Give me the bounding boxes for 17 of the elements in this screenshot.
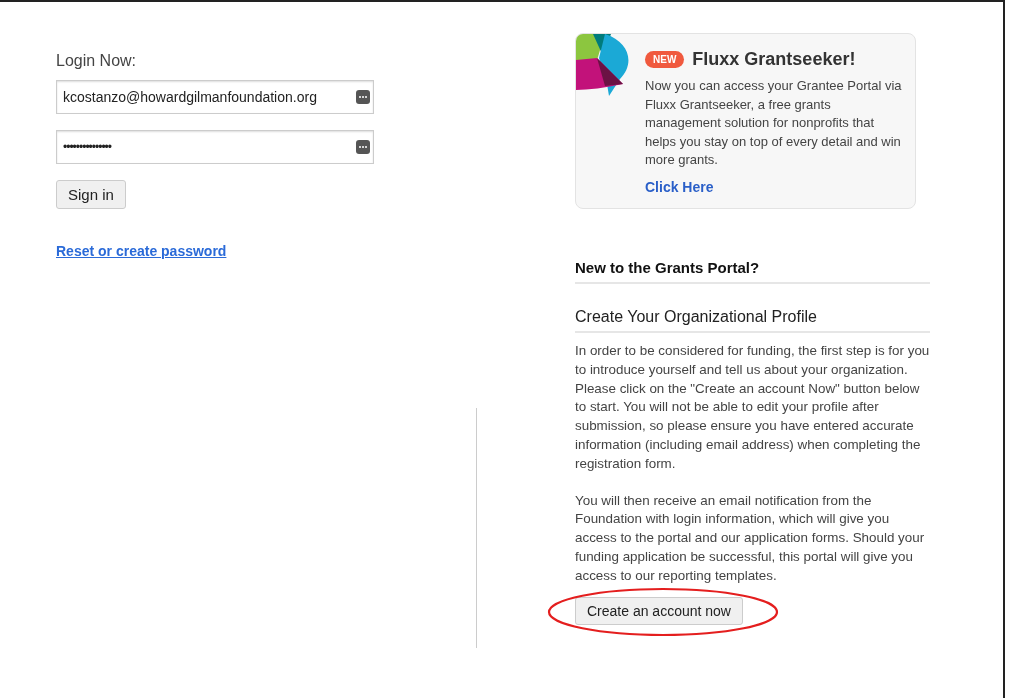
new-badge: NEW xyxy=(645,51,685,68)
password-field[interactable]: ••••••••••••••• xyxy=(56,130,374,164)
email-field[interactable]: kcostanzo@howardgilmanfoundation.org xyxy=(56,80,374,114)
promo-title: Fluxx Grantseeker! xyxy=(692,49,856,70)
section-heading: New to the Grants Portal? xyxy=(575,259,930,284)
create-account-button[interactable]: Create an account now xyxy=(575,596,743,625)
sign-in-button[interactable]: Sign in xyxy=(56,180,126,209)
info-paragraph: In order to be considered for funding, the first step is for you to introduce yourself and tell us about your organization. Please click on the "Create an account Now" button below to start. You will not be able to edit your profile after submission, so please ensure you have entered accurate information (including email address) when completing the registration form. xyxy=(575,342,931,473)
login-heading: Login Now: xyxy=(56,52,137,70)
logo-drawing xyxy=(576,34,631,96)
section-subheading: Create Your Organizational Profile xyxy=(575,308,930,333)
click-here-link[interactable]: Click Here xyxy=(645,178,714,195)
reset-password-link[interactable]: Reset or create password xyxy=(56,243,227,259)
info-paragraph: You will then receive an email notification from the Foundation with login information, which will give you access to the portal and our application forms. Should your funding application be successful, this portal will give you access to our reporting templates. xyxy=(575,491,926,585)
promo-text: Now you can access your Grantee Portal via Fluxx Grantseeker, a free grants management solution for nonprofits that helps you stay on top of every detail and win more grants. xyxy=(645,77,903,169)
password-manager-icon[interactable] xyxy=(356,90,370,104)
password-manager-icon[interactable] xyxy=(356,140,370,154)
